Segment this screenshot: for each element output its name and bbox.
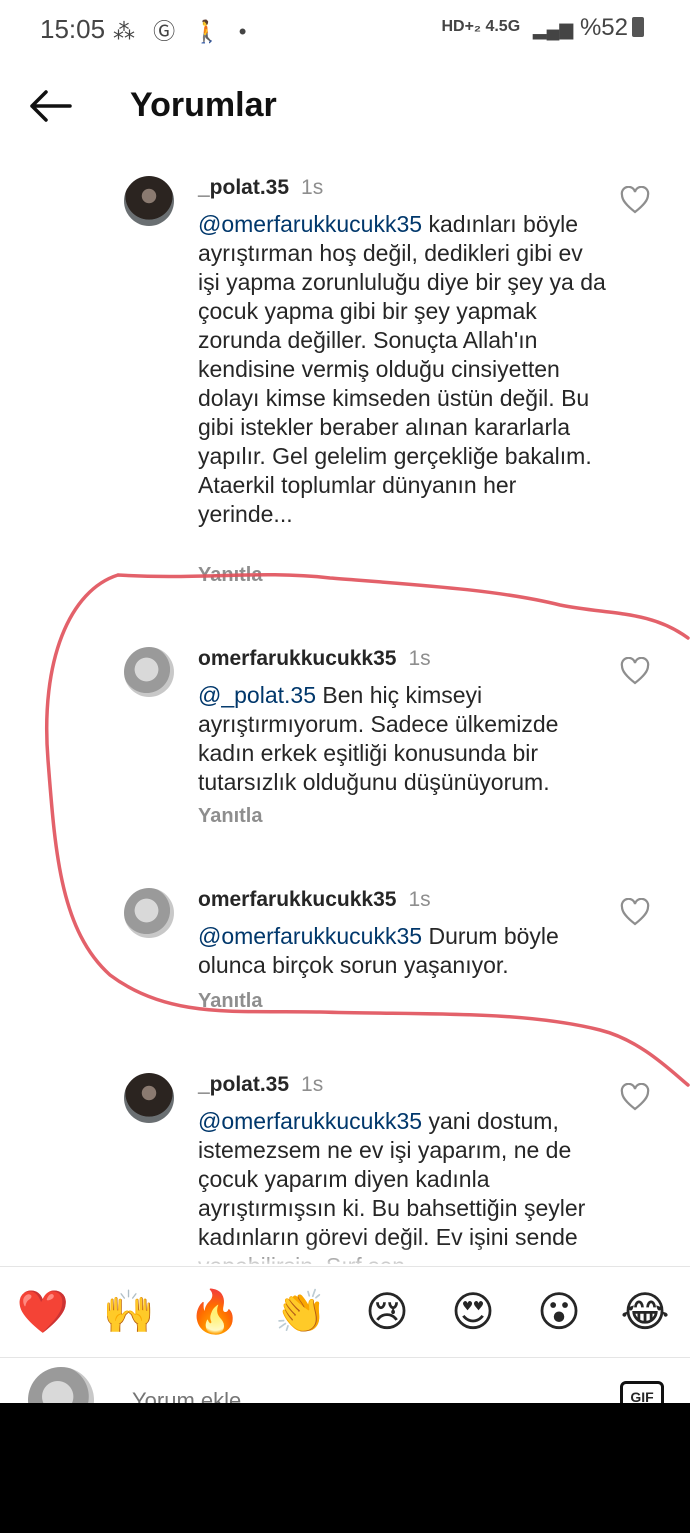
comment-header: _polat.35 1s <box>198 176 323 200</box>
emoji-clap-icon[interactable]: 👏 <box>274 1285 328 1339</box>
status-time: 15:05 <box>40 14 106 44</box>
status-right: HD+₂ 4.5G ▂▄▆ %52 <box>441 14 644 42</box>
my-avatar <box>28 1367 94 1403</box>
page-title: Yorumlar <box>130 86 277 124</box>
emoji-raised-hands-icon[interactable]: 🙌 <box>102 1285 156 1339</box>
comment-text: @omerfarukkucukk35 yani dostum, istemezs… <box>198 1107 608 1264</box>
like-heart-icon[interactable] <box>620 656 650 685</box>
comment-username[interactable]: omerfarukkucukk35 <box>198 888 396 911</box>
like-heart-icon[interactable] <box>620 897 650 926</box>
emoji-surprised-icon[interactable]: 😮 <box>532 1285 586 1339</box>
comment-username[interactable]: _polat.35 <box>198 1073 289 1096</box>
status-bar: 15:05 ⁂ Ⓖ 🚶 • HD+₂ 4.5G ▂▄▆ %52 <box>0 0 690 58</box>
list-fade <box>0 1244 690 1264</box>
like-heart-icon[interactable] <box>620 1082 650 1111</box>
signal-icon: ▂▄▆ <box>532 19 574 39</box>
battery-level: %52 <box>579 14 628 41</box>
comment-username[interactable]: omerfarukkucukk35 <box>198 647 396 670</box>
comment-username[interactable]: _polat.35 <box>198 176 289 199</box>
screen-bottom-blackout <box>0 1403 690 1533</box>
mention-link[interactable]: @omerfarukkucukk35 <box>198 1108 422 1134</box>
comment-time: 1s <box>408 647 431 670</box>
network-indicator: HD+₂ 4.5G <box>441 18 521 35</box>
comment-time: 1s <box>301 1073 324 1096</box>
emoji-fire-icon[interactable]: 🔥 <box>188 1285 242 1339</box>
reply-button[interactable]: Yanıtla <box>198 564 262 587</box>
reply-button[interactable]: Yanıtla <box>198 990 262 1013</box>
reply-button[interactable]: Yanıtla <box>198 805 262 828</box>
comment-text: @omerfarukkucukk35 kadınları böyle ayrış… <box>198 210 608 529</box>
avatar[interactable] <box>124 888 174 938</box>
emoji-laughing-icon[interactable]: 😂 <box>618 1285 672 1339</box>
back-arrow-icon[interactable] <box>26 86 74 126</box>
mention-link[interactable]: @omerfarukkucukk35 <box>198 211 422 237</box>
comment-time: 1s <box>301 176 324 199</box>
comment-header: omerfarukkucukk35 1s <box>198 647 431 671</box>
comment-time: 1s <box>408 888 431 911</box>
mention-link[interactable]: @omerfarukkucukk35 <box>198 923 422 949</box>
comment-text: @_polat.35 Ben hiç kimseyi ayrıştırmıyor… <box>198 681 608 797</box>
emoji-crying-icon[interactable]: 😢 <box>360 1285 414 1339</box>
comment-text: @omerfarukkucukk35 Durum böyle olunca bi… <box>198 922 608 980</box>
like-heart-icon[interactable] <box>620 185 650 214</box>
status-notification-icons: ⁂ Ⓖ 🚶 • <box>113 19 253 44</box>
gif-button[interactable]: GIF <box>620 1381 664 1403</box>
battery-icon <box>632 17 644 37</box>
comment-header: omerfarukkucukk35 1s <box>198 888 431 912</box>
comments-list[interactable]: _polat.35 1s @omerfarukkucukk35 kadınları… <box>0 160 690 1264</box>
emoji-reaction-bar: ❤️ 🙌 🔥 👏 😢 😍 😮 😂 <box>0 1266 690 1358</box>
mention-link[interactable]: @_polat.35 <box>198 682 316 708</box>
emoji-heart-eyes-icon[interactable]: 😍 <box>446 1285 500 1339</box>
comment-header: _polat.35 1s <box>198 1073 323 1097</box>
avatar[interactable] <box>124 1073 174 1123</box>
comment-body: kadınları böyle ayrıştırman hoş değil, d… <box>198 211 606 527</box>
header: Yorumlar <box>0 70 690 150</box>
comment-input-row: GIF <box>0 1357 690 1403</box>
emoji-heart-icon[interactable]: ❤️ <box>16 1285 70 1339</box>
comment-input[interactable] <box>130 1387 554 1403</box>
avatar[interactable] <box>124 647 174 697</box>
avatar[interactable] <box>124 176 174 226</box>
